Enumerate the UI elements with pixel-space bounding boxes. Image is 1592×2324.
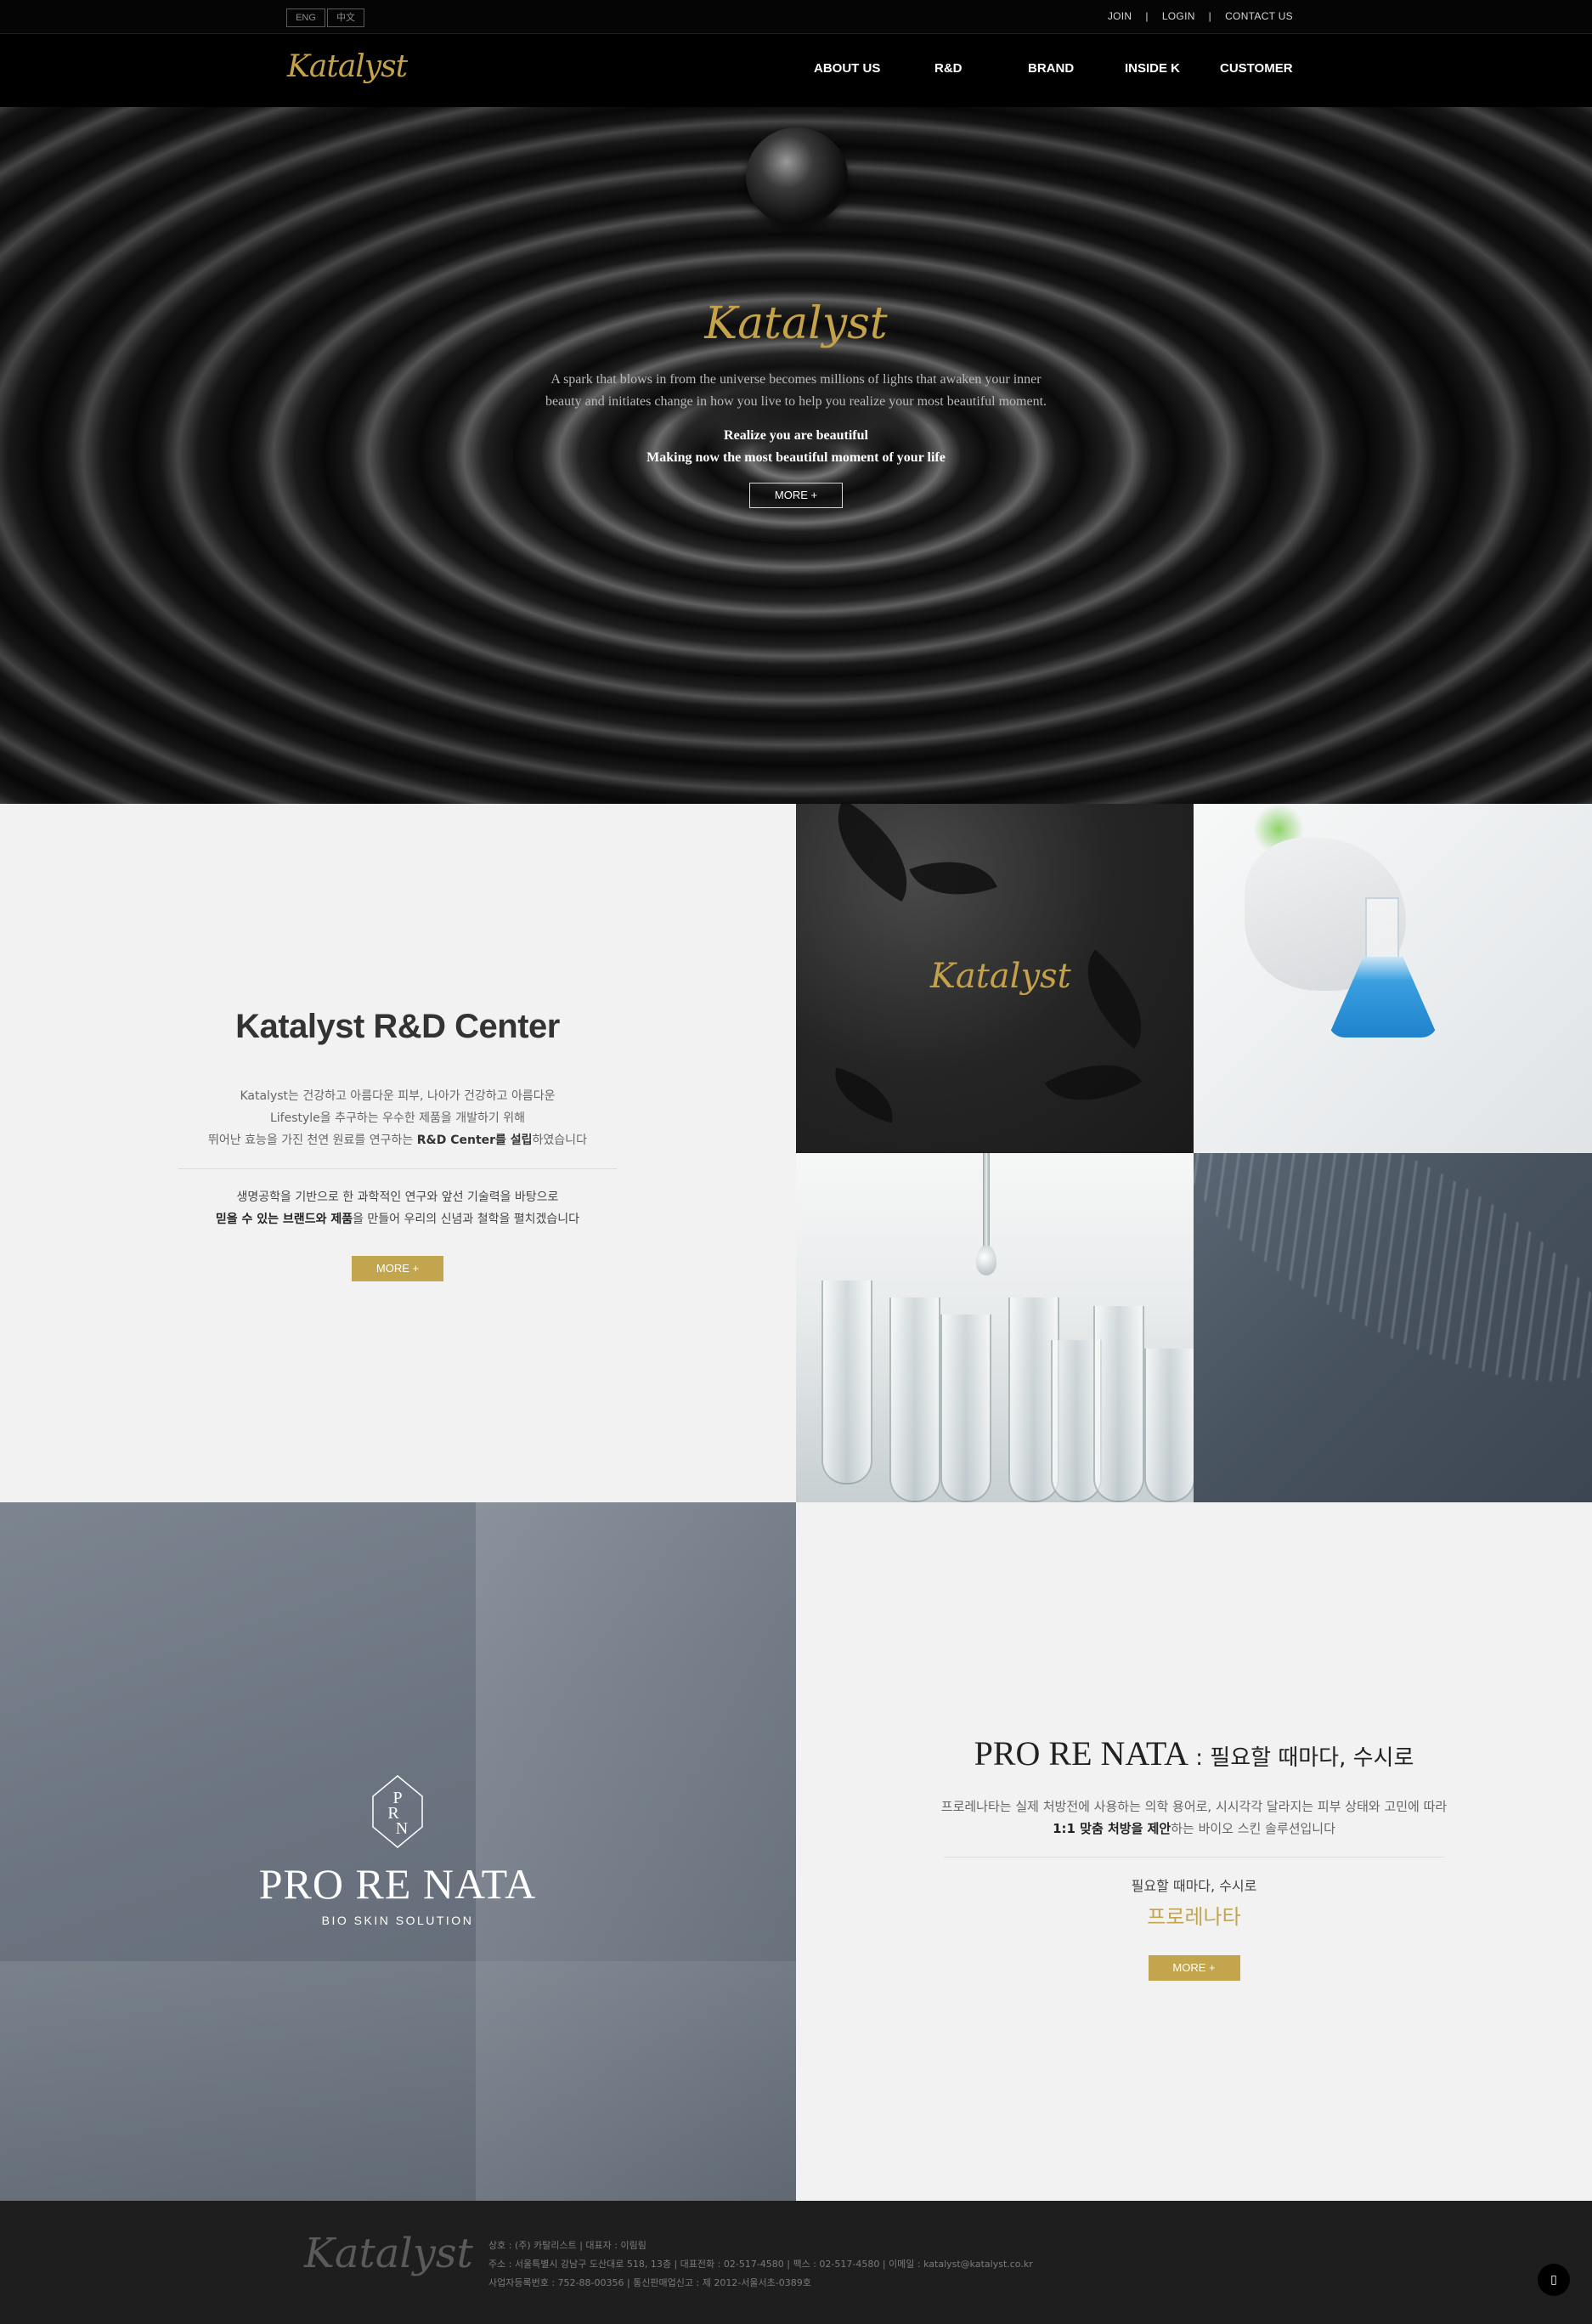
footer-line: 주소 : 서울특별시 강남구 도산대로 518, 13층 | 대표전화 : 02… [488, 2259, 1033, 2270]
separator: | [1145, 10, 1149, 22]
hero-banner: Katalyst A spark that blows in from the … [0, 107, 1592, 804]
join-link[interactable]: JOIN [1108, 10, 1132, 22]
prn-brand-image: P R N PRO RE NATA BIO SKIN SOLUTION [0, 1502, 796, 2201]
divider [178, 1168, 617, 1169]
hero-content: Katalyst A spark that blows in from the … [541, 294, 1051, 508]
rd-more-button[interactable]: MORE + [352, 1256, 443, 1281]
top-utility-bar: ENG 中文 JOIN | LOGIN | CONTACT US [0, 0, 1592, 34]
nav-item-brand[interactable]: BRAND [1028, 61, 1074, 76]
footer: Katalyst 상호 : (주) 카탈리스트 | 대표자 : 이림림 주소 :… [0, 2201, 1592, 2324]
prn-line: 프로레나타는 실제 처방전에 사용하는 의학 용어로, 시시각각 달라지는 피부… [940, 1799, 1448, 1814]
main-nav: Katalyst ABOUT US R&D BRAND INSIDE K CUS… [0, 34, 1592, 107]
prn-paragraph: 프로레나타는 실제 처방전에 사용하는 의학 용어로, 시시각각 달라지는 피부… [923, 1795, 1465, 1840]
hero-logo: Katalyst [704, 298, 888, 349]
lang-eng-button[interactable]: ENG [286, 8, 325, 27]
footer-company-info: 상호 : (주) 카탈리스트 | 대표자 : 이림림 주소 : 서울특별시 강남… [488, 2236, 1033, 2293]
rd-content: Katalyst R&D Center Katalyst는 건강하고 아름다운 … [170, 1008, 625, 1281]
prn-section: PRO RE NATA : 필요할 때마다, 수시로 프로레나타는 실제 처방전… [796, 1502, 1592, 2201]
rd-line: Katalyst는 건강하고 아름다운 피부, 나아가 건강하고 아름다운 [240, 1089, 556, 1103]
prn-emblem-icon: P R N [372, 1775, 423, 1848]
nav-item-inside-k[interactable]: INSIDE K [1125, 61, 1180, 76]
rd-line: 뛰어난 효능을 가진 천연 원료를 연구하는 R&D Center를 설립하였습… [208, 1134, 587, 1147]
utility-links: JOIN | LOGIN | CONTACT US [1108, 10, 1293, 22]
contact-us-link[interactable]: CONTACT US [1225, 10, 1293, 22]
water-drop-image [746, 127, 848, 226]
prn-tagline-gold: 프로레나타 [1147, 1905, 1241, 1929]
lang-cn-button[interactable]: 中文 [327, 8, 364, 27]
login-link[interactable]: LOGIN [1162, 10, 1195, 22]
svg-text:N: N [396, 1819, 408, 1838]
hero-more-button[interactable]: MORE + [749, 483, 843, 508]
rd-paragraph-1: Katalyst는 건강하고 아름다운 피부, 나아가 건강하고 아름다운 Li… [170, 1085, 625, 1151]
rd-title: Katalyst R&D Center [235, 1008, 560, 1045]
test-tubes-image [796, 1153, 1194, 1502]
site-logo[interactable]: Katalyst [287, 49, 408, 84]
separator: | [1208, 10, 1212, 22]
rd-line: 생명공학을 기반으로 한 과학적인 연구와 앞선 기술력을 바탕으로 [236, 1190, 559, 1204]
nav-item-rd[interactable]: R&D [934, 61, 963, 76]
prn-more-button[interactable]: MORE + [1148, 1955, 1240, 1981]
lab-flask-image [1194, 804, 1592, 1153]
nav-item-about-us[interactable]: ABOUT US [814, 61, 880, 76]
rd-line: Lifestyle을 추구하는 우수한 제품을 개발하기 위해 [269, 1111, 525, 1125]
hero-emphasis-line-2: Making now the most beautiful moment of … [646, 450, 946, 465]
hero-emphasis: Realize you are beautiful Making now the… [541, 425, 1051, 469]
footer-line: 사업자등록번호 : 752-88-00356 | 통신판매업신고 : 제 201… [488, 2277, 811, 2288]
prn-content: PRO RE NATA : 필요할 때마다, 수시로 프로레나타는 실제 처방전… [923, 1733, 1465, 1981]
rd-section: Katalyst R&D Center Katalyst는 건강하고 아름다운 … [0, 804, 796, 1502]
rd-paragraph-2: 생명공학을 기반으로 한 과학적인 연구와 앞선 기술력을 바탕으로 믿을 수 … [170, 1186, 625, 1230]
prn-tagline: 필요할 때마다, 수시로 [1131, 1878, 1257, 1894]
prn-subtitle: BIO SKIN SOLUTION [321, 1914, 474, 1927]
hero-emphasis-line-1: Realize you are beautiful [724, 428, 868, 443]
footer-line: 상호 : (주) 카탈리스트 | 대표자 : 이림림 [488, 2240, 646, 2251]
nav-item-customer[interactable]: CUSTOMER [1220, 61, 1293, 76]
dna-helix-image [1194, 1153, 1592, 1502]
rd-line: 믿을 수 있는 브랜드와 제품을 만들어 우리의 신념과 철학을 펼치겠습니다 [215, 1213, 580, 1226]
prn-line: 1:1 맞춤 처방을 제안하는 바이오 스킨 솔루션입니다 [1053, 1821, 1335, 1836]
leaves-logo-tile: Katalyst [796, 804, 1194, 1153]
divider [943, 1857, 1445, 1858]
prn-title: PRO RE NATA : 필요할 때마다, 수시로 [974, 1734, 1414, 1773]
hero-description: A spark that blows in from the universe … [545, 372, 1047, 409]
footer-logo: Katalyst [304, 2230, 473, 2277]
prn-logo-text: PRO RE NATA [258, 1860, 537, 1908]
scroll-top-button[interactable]: ▯ [1538, 2264, 1570, 2296]
tile-logo: Katalyst [930, 957, 1071, 996]
